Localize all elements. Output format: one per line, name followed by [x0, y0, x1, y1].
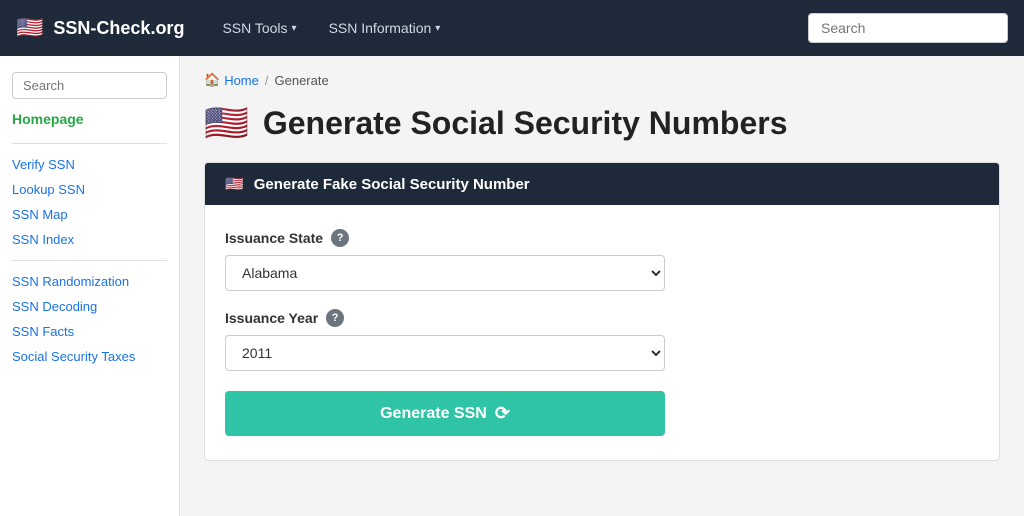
- sidebar-item-verify-ssn[interactable]: Verify SSN: [12, 152, 167, 177]
- issuance-year-select[interactable]: 2011 2010 2009 2008 2007 2006 2005: [225, 335, 665, 371]
- issuance-state-group: Issuance State ? Alabama Alaska Arizona …: [225, 229, 979, 291]
- sidebar-divider: [12, 143, 167, 144]
- home-icon: 🏠: [204, 72, 220, 88]
- sidebar-secondary-links: SSN Randomization SSN Decoding SSN Facts…: [12, 269, 167, 369]
- sidebar-search-input[interactable]: [12, 72, 167, 99]
- sidebar: Homepage Verify SSN Lookup SSN SSN Map S…: [0, 56, 180, 516]
- brand-name: SSN-Check.org: [53, 18, 184, 39]
- brand-flag-icon: 🇺🇸: [16, 15, 43, 41]
- sidebar-item-ssn-facts[interactable]: SSN Facts: [12, 319, 167, 344]
- sidebar-item-ssn-map[interactable]: SSN Map: [12, 202, 167, 227]
- sidebar-divider-2: [12, 260, 167, 261]
- sidebar-item-lookup-ssn[interactable]: Lookup SSN: [12, 177, 167, 202]
- card-header: 🇺🇸 Generate Fake Social Security Number: [205, 163, 999, 205]
- navbar-search-container: [808, 13, 1008, 43]
- breadcrumb-separator: /: [265, 73, 269, 88]
- refresh-icon: ⟳: [495, 403, 510, 424]
- sidebar-item-ssn-randomization[interactable]: SSN Randomization: [12, 269, 167, 294]
- card-header-flag-icon: 🇺🇸: [225, 175, 244, 193]
- card-header-title: Generate Fake Social Security Number: [254, 176, 530, 193]
- generate-ssn-button-label: Generate SSN: [380, 405, 487, 423]
- card-body: Issuance State ? Alabama Alaska Arizona …: [205, 205, 999, 460]
- issuance-year-label: Issuance Year ?: [225, 309, 979, 327]
- navbar-search-input[interactable]: [808, 13, 1008, 43]
- generate-ssn-button[interactable]: Generate SSN ⟳: [225, 391, 665, 436]
- sidebar-primary-links: Verify SSN Lookup SSN SSN Map SSN Index: [12, 152, 167, 252]
- brand-logo[interactable]: 🇺🇸 SSN-Check.org: [16, 15, 184, 41]
- issuance-state-help-icon[interactable]: ?: [331, 229, 349, 247]
- nav-links: SSN Tools ▾ SSN Information ▾: [208, 12, 808, 44]
- breadcrumb: 🏠 Home / Generate: [204, 72, 1000, 88]
- navbar: 🇺🇸 SSN-Check.org SSN Tools ▾ SSN Informa…: [0, 0, 1024, 56]
- issuance-state-select[interactable]: Alabama Alaska Arizona Arkansas Californ…: [225, 255, 665, 291]
- main-content: 🏠 Home / Generate 🇺🇸 Generate Social Sec…: [180, 56, 1024, 516]
- chevron-down-icon: ▾: [435, 23, 440, 34]
- layout: Homepage Verify SSN Lookup SSN SSN Map S…: [0, 56, 1024, 516]
- issuance-state-label: Issuance State ?: [225, 229, 979, 247]
- sidebar-search-container: [12, 72, 167, 99]
- nav-ssn-information[interactable]: SSN Information ▾: [315, 12, 455, 44]
- page-title-flag-icon: 🇺🇸: [204, 102, 249, 144]
- sidebar-item-social-security-taxes[interactable]: Social Security Taxes: [12, 344, 167, 369]
- sidebar-item-ssn-decoding[interactable]: SSN Decoding: [12, 294, 167, 319]
- issuance-year-group: Issuance Year ? 2011 2010 2009 2008 2007…: [225, 309, 979, 371]
- issuance-year-help-icon[interactable]: ?: [326, 309, 344, 327]
- nav-ssn-tools[interactable]: SSN Tools ▾: [208, 12, 310, 44]
- breadcrumb-current: Generate: [275, 73, 329, 88]
- breadcrumb-home-link[interactable]: 🏠 Home: [204, 72, 259, 88]
- sidebar-item-ssn-index[interactable]: SSN Index: [12, 227, 167, 252]
- sidebar-item-homepage[interactable]: Homepage: [12, 111, 167, 127]
- page-title: Generate Social Security Numbers: [263, 105, 788, 142]
- generate-card: 🇺🇸 Generate Fake Social Security Number …: [204, 162, 1000, 461]
- page-title-container: 🇺🇸 Generate Social Security Numbers: [204, 102, 1000, 144]
- chevron-down-icon: ▾: [292, 23, 297, 34]
